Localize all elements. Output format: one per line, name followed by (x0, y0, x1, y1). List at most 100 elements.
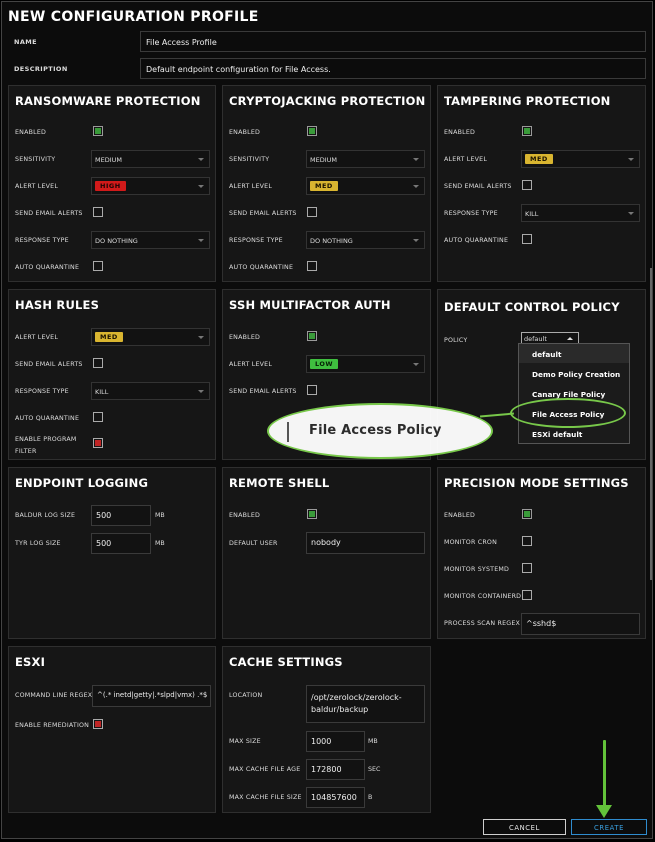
annotation-arrow-head-icon (596, 805, 612, 818)
location-input[interactable]: /opt/zerolock/zerolock- baldur/backup (306, 685, 425, 723)
chevron-down-icon (198, 239, 204, 242)
chevron-down-icon (413, 363, 419, 366)
remote-shell-panel: REMOTE SHELL ENABLED DEFAULT USER nobody (222, 467, 431, 639)
ransomware-quarantine-checkbox[interactable] (93, 261, 103, 271)
ransomware-alert-label: ALERT LEVEL (15, 183, 59, 190)
chevron-down-icon (413, 158, 419, 161)
tyr-log-input[interactable]: 500 (91, 533, 151, 554)
page-title: NEW CONFIGURATION PROFILE (8, 9, 259, 25)
chevron-down-icon (198, 158, 204, 161)
ransomware-sensitivity-label: SENSITIVITY (15, 156, 56, 163)
max-cache-file-size-input[interactable]: 104857600 (306, 787, 365, 808)
hash-email-label: SEND EMAIL ALERTS (15, 361, 83, 368)
monitor-cron-label: MONITOR CRON (444, 539, 497, 546)
alert-badge-low: LOW (310, 359, 339, 369)
tamper-email-checkbox[interactable] (522, 180, 532, 190)
chevron-down-icon (198, 336, 204, 339)
ssh-email-checkbox[interactable] (307, 385, 317, 395)
baldur-log-label: BALDUR LOG SIZE (15, 512, 76, 519)
hash-response-label: RESPONSE TYPE (15, 388, 69, 395)
location-line-2: baldur/backup (311, 705, 369, 714)
hash-alert-select[interactable]: MED (91, 328, 210, 346)
ransomware-email-checkbox[interactable] (93, 207, 103, 217)
ssh-enabled-checkbox[interactable] (307, 331, 317, 341)
tamper-response-select[interactable]: KILL (521, 204, 640, 222)
tamper-alert-select[interactable]: MED (521, 150, 640, 168)
shell-enabled-label: ENABLED (229, 512, 261, 519)
max-cache-age-unit: SEC (368, 766, 381, 773)
shell-enabled-checkbox[interactable] (307, 509, 317, 519)
process-scan-regex-label: PROCESS SCAN REGEX (444, 620, 521, 627)
crypto-response-select[interactable]: DO NOTHING (306, 231, 425, 249)
monitor-systemd-checkbox[interactable] (522, 563, 532, 573)
ransomware-panel: RANSOMWARE PROTECTION ENABLED SENSITIVIT… (8, 85, 216, 282)
name-input[interactable]: File Access Profile (140, 31, 646, 52)
hash-program-filter-checkbox[interactable] (93, 438, 103, 448)
scrollbar[interactable] (650, 268, 652, 580)
tamper-enabled-checkbox[interactable] (522, 126, 532, 136)
cache-settings-panel: CACHE SETTINGS LOCATION /opt/zerolock/ze… (222, 646, 431, 813)
hash-quarantine-checkbox[interactable] (93, 412, 103, 422)
crypto-email-checkbox[interactable] (307, 207, 317, 217)
ransomware-alert-select[interactable]: HIGH (91, 177, 210, 195)
hash-email-checkbox[interactable] (93, 358, 103, 368)
esxi-panel: ESXI COMMAND LINE REGEX ^(.* inetd|getty… (8, 646, 216, 813)
precision-title: PRECISION MODE SETTINGS (444, 476, 629, 490)
tamper-quarantine-checkbox[interactable] (522, 234, 532, 244)
monitor-cron-checkbox[interactable] (522, 536, 532, 546)
crypto-enabled-checkbox[interactable] (307, 126, 317, 136)
chevron-down-icon (198, 185, 204, 188)
process-scan-regex-input[interactable]: ^sshd$ (521, 613, 640, 635)
cancel-button[interactable]: CANCEL (483, 819, 566, 835)
precision-enabled-checkbox[interactable] (522, 509, 532, 519)
enable-remediation-checkbox[interactable] (93, 719, 103, 729)
ransomware-email-label: SEND EMAIL ALERTS (15, 210, 83, 217)
crypto-enabled-label: ENABLED (229, 129, 261, 136)
baldur-log-input[interactable]: 500 (91, 505, 151, 526)
ransomware-quarantine-label: AUTO QUARANTINE (15, 264, 80, 271)
hash-alert-label: ALERT LEVEL (15, 334, 59, 341)
alert-badge-med: MED (310, 181, 338, 191)
ransomware-response-label: RESPONSE TYPE (15, 237, 69, 244)
esxi-title: ESXI (15, 655, 46, 669)
ssh-alert-select[interactable]: LOW (306, 355, 425, 373)
monitor-containerd-checkbox[interactable] (522, 590, 532, 600)
crypto-alert-select[interactable]: MED (306, 177, 425, 195)
crypto-sensitivity-select[interactable]: MEDIUM (306, 150, 425, 168)
hash-rules-panel: HASH RULES ALERT LEVEL MED SEND EMAIL AL… (8, 289, 216, 460)
policy-option-default[interactable]: default (532, 350, 561, 359)
description-input[interactable]: Default endpoint configuration for File … (140, 58, 646, 79)
create-button[interactable]: CREATE (571, 819, 647, 835)
ransomware-response-select[interactable]: DO NOTHING (91, 231, 210, 249)
default-user-input[interactable]: nobody (306, 532, 425, 554)
chevron-down-icon (198, 390, 204, 393)
ssh-alert-label: ALERT LEVEL (229, 361, 273, 368)
callout-cursor-bar (287, 422, 289, 442)
cache-title: CACHE SETTINGS (229, 655, 343, 669)
ransomware-sensitivity-select[interactable]: MEDIUM (91, 150, 210, 168)
policy-option-demo[interactable]: Demo Policy Creation (532, 370, 620, 379)
alert-badge-med: MED (525, 154, 553, 164)
crypto-sensitivity-value: MEDIUM (310, 156, 338, 164)
ransomware-enabled-label: ENABLED (15, 129, 47, 136)
crypto-quarantine-checkbox[interactable] (307, 261, 317, 271)
max-size-input[interactable]: 1000 (306, 731, 365, 752)
tamper-response-label: RESPONSE TYPE (444, 210, 498, 217)
ransomware-enabled-checkbox[interactable] (93, 126, 103, 136)
hash-quarantine-label: AUTO QUARANTINE (15, 415, 80, 422)
max-cache-age-input[interactable]: 172800 (306, 759, 365, 780)
location-label: LOCATION (229, 692, 263, 699)
tampering-title: TAMPERING PROTECTION (444, 94, 611, 108)
callout-text: File Access Policy (309, 423, 442, 438)
hash-response-select[interactable]: KILL (91, 382, 210, 400)
command-line-regex-input[interactable]: ^(.* inetd|getty|.*slpd|vmx) .*$ (92, 685, 211, 707)
crypto-quarantine-label: AUTO QUARANTINE (229, 264, 294, 271)
tamper-enabled-label: ENABLED (444, 129, 476, 136)
policy-option-esxi[interactable]: ESXi default (532, 430, 582, 439)
precision-mode-panel: PRECISION MODE SETTINGS ENABLED MONITOR … (437, 467, 646, 639)
max-size-label: MAX SIZE (229, 738, 261, 745)
ransomware-sensitivity-value: MEDIUM (95, 156, 123, 164)
cryptojacking-panel: CRYPTOJACKING PROTECTION ENABLED SENSITI… (222, 85, 431, 282)
chevron-up-icon (567, 337, 573, 340)
hash-response-value: KILL (95, 388, 109, 396)
